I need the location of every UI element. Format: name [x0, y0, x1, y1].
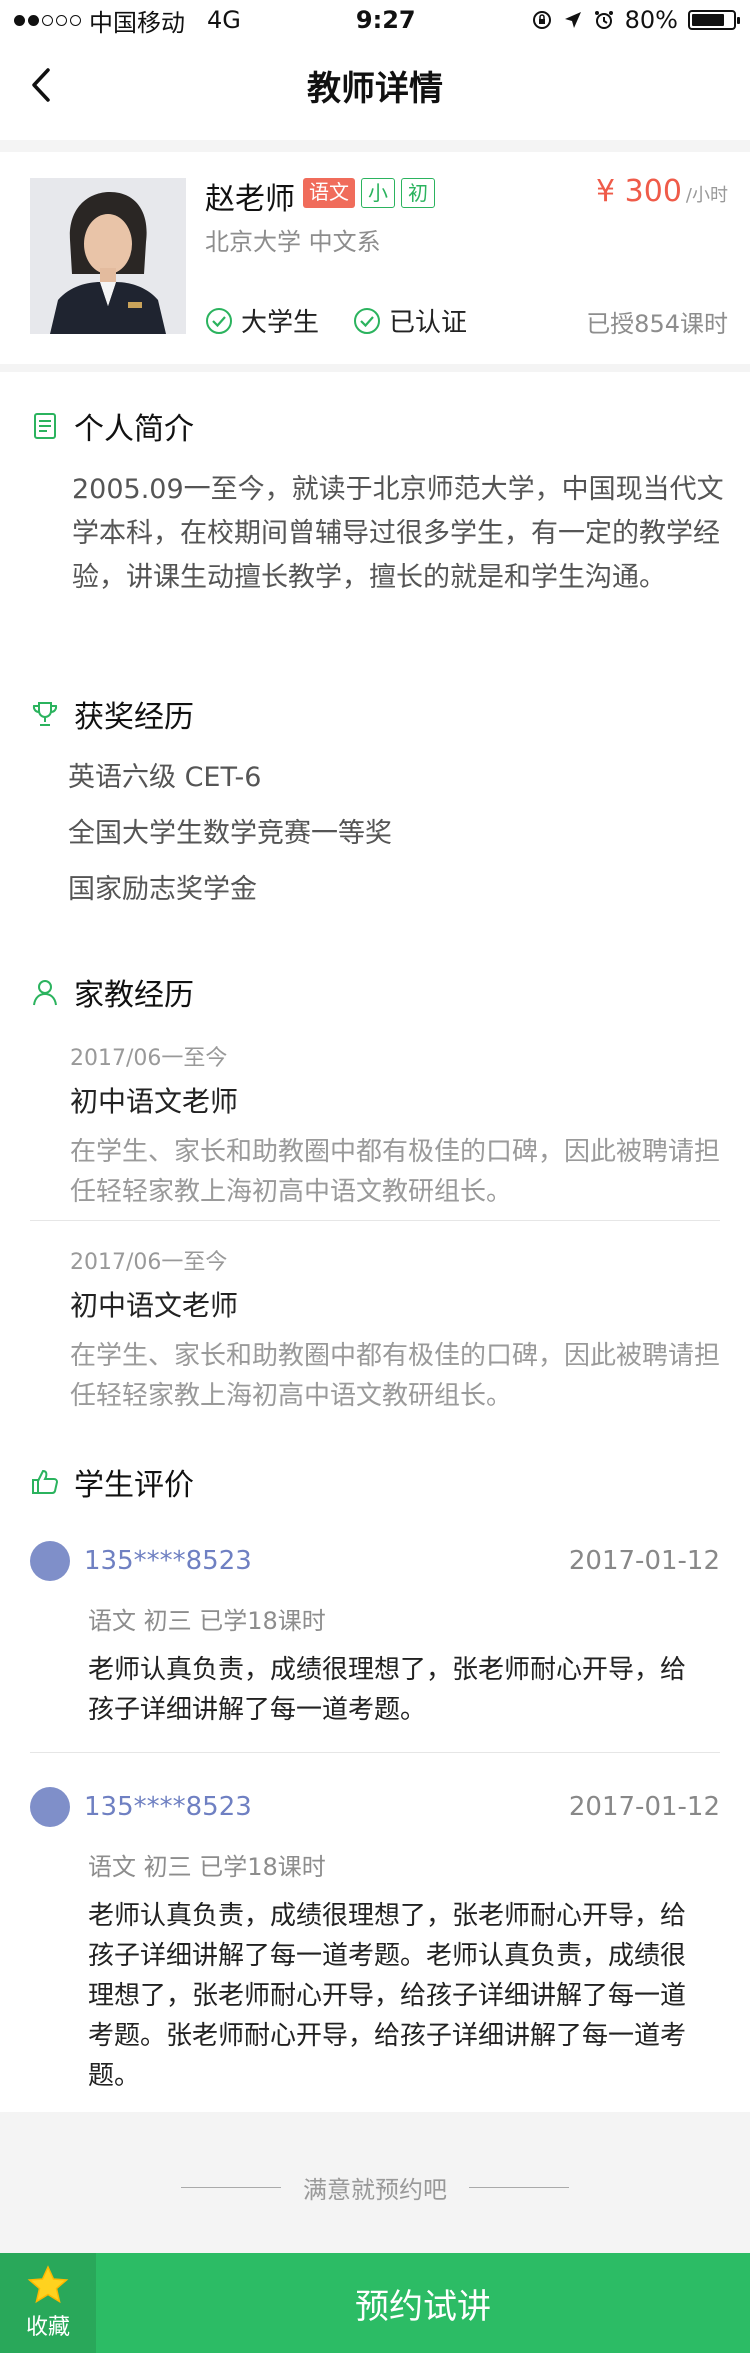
- carrier-label: 中国移动: [89, 8, 185, 37]
- intro-text: 2005.09一至今，就读于北京师范大学，中国现当代文学本科，在校期间曾辅导过很…: [72, 474, 724, 593]
- level-tag-junior: 初: [401, 178, 435, 208]
- level-tag-primary: 小: [361, 178, 395, 208]
- experience-date: 2017/06一至今: [70, 1046, 228, 1071]
- footer-line-right: [469, 2187, 569, 2188]
- section-reviews-label: 学生评价: [74, 1468, 194, 1503]
- section-awards-title: 获奖经历: [30, 692, 194, 736]
- location-arrow-icon: [564, 12, 581, 28]
- reviewer-name[interactable]: 135****8523: [84, 1792, 252, 1822]
- teacher-avatar: [30, 178, 186, 334]
- experience-item: 2017/06一至今 初中语文老师 在学生、家长和助教圈中都有极佳的口碑，因此被…: [70, 1244, 720, 1416]
- favorite-button[interactable]: 收藏: [0, 2253, 96, 2353]
- section-intro-label: 个人简介: [74, 412, 194, 447]
- signal-icon: [14, 14, 81, 26]
- document-icon: [34, 413, 56, 439]
- teacher-badges: 大学生 已认证: [205, 302, 467, 339]
- network-label: 4G: [207, 6, 241, 34]
- teacher-school: 北京大学 中文系: [205, 228, 381, 256]
- badge-verified: 已认证: [353, 302, 467, 339]
- status-left: 中国移动 4G: [14, 3, 241, 38]
- page-title: 教师详情: [307, 68, 443, 109]
- section-experience-label: 家教经历: [74, 978, 194, 1013]
- experience-desc: 在学生、家长和助教圈中都有极佳的口碑，因此被聘请担任轻轻家教上海初高中语文教研组…: [70, 1137, 721, 1207]
- status-bar: 中国移动 4G 9:27 80%: [0, 0, 750, 40]
- section-gap: [0, 140, 750, 152]
- nav-bar: 教师详情: [0, 40, 750, 130]
- price-value: ¥ 300: [596, 174, 682, 209]
- back-arrow-icon[interactable]: [24, 62, 64, 108]
- review-date: 2017-01-12: [568, 1546, 720, 1576]
- book-trial-button[interactable]: 预约试讲: [96, 2253, 750, 2353]
- taught-hours: 已授854课时: [586, 310, 728, 338]
- section-awards-label: 获奖经历: [74, 700, 194, 735]
- thumbs-up-icon: [32, 1469, 59, 1494]
- clock: 9:27: [355, 6, 416, 34]
- section-intro-title: 个人简介: [30, 404, 194, 448]
- trophy-icon: [32, 702, 58, 726]
- review-item: 135****8523 2017-01-12 语文 初三 已学18课时 老师认真…: [30, 1787, 720, 2096]
- price-unit: /小时: [685, 185, 728, 206]
- footer-line-left: [181, 2187, 281, 2188]
- review-text: 老师认真负责，成绩很理想了，张老师耐心开导，给孩子详细讲解了每一道考题。老师认真…: [88, 1901, 687, 2091]
- footer-note: 满意就预约吧: [0, 2170, 750, 2205]
- experience-date: 2017/06一至今: [70, 1250, 228, 1275]
- award-item: 全国大学生数学竞赛一等奖: [68, 818, 392, 849]
- experience-item: 2017/06一至今 初中语文老师 在学生、家长和助教圈中都有极佳的口碑，因此被…: [70, 1040, 720, 1212]
- star-icon: [27, 2265, 69, 2304]
- subject-tag: 语文: [303, 178, 355, 208]
- review-text: 老师认真负责，成绩很理想了，张老师耐心开导，给孩子详细讲解了每一道考题。: [88, 1655, 687, 1725]
- reviewer-avatar: [30, 1787, 70, 1827]
- review-item: 135****8523 2017-01-12 语文 初三 已学18课时 老师认真…: [30, 1541, 720, 1730]
- badge-student-label: 大学生: [241, 308, 320, 338]
- footer-note-text: 满意就预约吧: [303, 2176, 447, 2204]
- reviewer-name[interactable]: 135****8523: [84, 1546, 252, 1576]
- status-right: 80%: [531, 6, 740, 34]
- review-meta: 语文 初三 已学18课时: [88, 1607, 326, 1635]
- battery-icon: [687, 10, 740, 30]
- badge-student: 大学生: [205, 302, 319, 339]
- award-item: 英语六级 CET-6: [68, 762, 262, 793]
- review-meta: 语文 初三 已学18课时: [88, 1853, 326, 1881]
- book-trial-label: 预约试讲: [355, 2286, 491, 2327]
- favorite-label: 收藏: [25, 2315, 70, 2340]
- reviewer-avatar: [30, 1541, 70, 1581]
- experience-desc: 在学生、家长和助教圈中都有极佳的口碑，因此被聘请担任轻轻家教上海初高中语文教研组…: [70, 1341, 721, 1411]
- experience-separator: [30, 1220, 720, 1221]
- award-item: 国家励志奖学金: [68, 874, 257, 905]
- award-list: 英语六级 CET-6 全国大学生数学竞赛一等奖 国家励志奖学金: [68, 756, 392, 924]
- person-icon: [33, 980, 57, 1006]
- check-circle-icon: [354, 307, 381, 334]
- teacher-profile-card: 赵老师 语文 小 初 ¥ 300 /小时 北京大学 中文系 大学生 已认证 已授…: [0, 152, 750, 364]
- section-experience-title: 家教经历: [30, 970, 194, 1014]
- price: ¥ 300 /小时: [596, 174, 728, 209]
- review-date: 2017-01-12: [568, 1792, 720, 1822]
- teacher-tags: 语文 小 初: [303, 178, 435, 208]
- review-separator: [30, 1752, 720, 1753]
- section-divider: [0, 364, 750, 372]
- badge-verified-label: 已认证: [389, 308, 468, 338]
- battery-percent: 80%: [624, 6, 678, 34]
- check-circle-icon: [206, 307, 232, 334]
- rotation-lock-icon: [532, 11, 551, 29]
- section-reviews-title: 学生评价: [30, 1460, 194, 1504]
- alarm-icon: [594, 11, 613, 29]
- teacher-name: 赵老师: [205, 182, 295, 217]
- bottom-action-bar: 收藏 预约试讲: [0, 2253, 750, 2353]
- experience-role: 初中语文老师: [70, 1289, 239, 1322]
- experience-role: 初中语文老师: [70, 1085, 239, 1118]
